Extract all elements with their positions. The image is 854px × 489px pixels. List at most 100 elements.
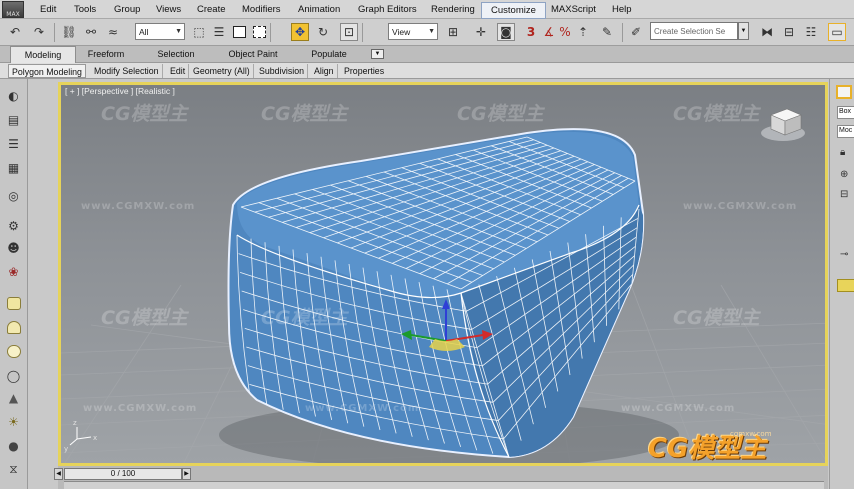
watermark-url: www.CGMXW.com: [305, 403, 420, 414]
align-icon[interactable]: ⊟: [780, 23, 798, 41]
menu-help[interactable]: Help: [612, 4, 632, 15]
perspective-viewport[interactable]: x z y [ + ] [Perspective ] [Realistic ] …: [58, 82, 828, 466]
reference-coordinate-dropdown[interactable]: View ▼: [388, 23, 438, 40]
select-and-move-icon[interactable]: ✥: [291, 23, 309, 41]
select-and-rotate-icon[interactable]: ↻: [314, 23, 332, 41]
cone-primitive-icon[interactable]: ▲: [5, 389, 22, 406]
selection-filter-dropdown[interactable]: All ▼: [135, 23, 185, 40]
panel-subdivision[interactable]: Subdivision: [256, 64, 308, 78]
rectangular-selection-icon[interactable]: [230, 23, 248, 41]
menu-create[interactable]: Create: [197, 4, 226, 15]
application-button[interactable]: MAX: [2, 1, 24, 18]
pin-icon[interactable]: ⊸: [840, 249, 848, 260]
pin-stack-icon[interactable]: ⊕: [840, 169, 848, 180]
tab-object-paint[interactable]: Object Paint: [222, 46, 284, 63]
watermark-logo: CG模型主: [261, 103, 348, 125]
scene-explorer-icon[interactable]: ☰: [5, 135, 22, 152]
panel-align[interactable]: Align: [311, 64, 338, 78]
ribbon-tabs: Modeling Freeform Selection Object Paint…: [0, 46, 854, 63]
keyboard-shortcut-override-icon[interactable]: ◙: [497, 23, 515, 41]
panel-properties[interactable]: Properties: [341, 64, 387, 78]
create-tab-icon[interactable]: [836, 85, 852, 99]
menu-maxscript[interactable]: MAXScript: [551, 4, 596, 15]
edit-named-selection-icon[interactable]: ✎: [598, 23, 616, 41]
menu-bar: MAX Edit Tools Group Views Create Modifi…: [0, 0, 854, 19]
watermark-url: www.CGMXW.com: [81, 201, 196, 212]
reactor-icon[interactable]: ⚙: [5, 217, 22, 234]
watermark-url: www.CGMXW.com: [621, 403, 736, 414]
redo-icon[interactable]: ↷: [30, 23, 48, 41]
menu-views[interactable]: Views: [156, 4, 181, 15]
chevron-left-icon[interactable]: ◀: [54, 468, 63, 480]
panel-modify-selection[interactable]: Modify Selection: [91, 64, 163, 78]
geosphere-primitive-icon[interactable]: ●: [5, 437, 22, 454]
container-icon[interactable]: ▤: [5, 111, 22, 128]
color-swatch[interactable]: [837, 279, 854, 292]
svg-text:y: y: [64, 445, 68, 453]
panel-polygon-modeling[interactable]: Polygon Modeling: [8, 64, 86, 78]
viewport-label[interactable]: [ + ] [Perspective ] [Realistic ]: [65, 86, 175, 96]
tab-selection[interactable]: Selection: [150, 46, 202, 63]
named-selection-pencil-icon[interactable]: ✐: [627, 23, 645, 41]
pivot-center-icon[interactable]: ⊞: [444, 23, 462, 41]
undo-icon[interactable]: ↶: [6, 23, 24, 41]
graphite-ribbon-toggle-icon[interactable]: ▭: [828, 23, 846, 41]
torus-primitive-icon[interactable]: ◯: [5, 367, 22, 384]
bind-to-space-warp-icon[interactable]: ≈: [104, 23, 122, 41]
named-selection-field[interactable]: Create Selection Se: [650, 22, 738, 40]
window-crossing-icon[interactable]: [250, 23, 268, 41]
lock-icon[interactable]: 🔒︎: [840, 147, 845, 158]
panel-edit[interactable]: Edit: [167, 64, 190, 78]
reference-coordinate-value: View: [392, 27, 411, 37]
menu-rendering[interactable]: Rendering: [431, 4, 475, 15]
watermark-logo: CG模型主: [101, 307, 188, 329]
select-and-scale-icon[interactable]: ⊡: [340, 23, 358, 41]
tab-modeling[interactable]: Modeling: [10, 46, 76, 63]
sphere-primitive-icon[interactable]: [7, 345, 21, 358]
svg-text:z: z: [73, 419, 77, 427]
chevron-right-icon[interactable]: ▶: [182, 468, 191, 480]
command-panel: Box Moc 🔒︎ ⊕ ⊟ ⊸: [829, 79, 854, 489]
object-type-field[interactable]: Box: [837, 106, 854, 119]
chevron-down-icon[interactable]: ▼: [738, 22, 749, 40]
viewcube[interactable]: [761, 108, 805, 141]
menu-edit[interactable]: Edit: [40, 4, 56, 15]
render-tools-icon[interactable]: ❀: [5, 263, 22, 280]
mirror-icon[interactable]: ⧓: [758, 23, 776, 41]
selection-filter-value: All: [139, 27, 149, 37]
percent-snap-icon[interactable]: %: [556, 23, 574, 41]
watermark-url: www.CGMXW.com: [83, 403, 198, 414]
layer-explorer-icon[interactable]: ▦: [5, 159, 22, 176]
select-by-name-icon[interactable]: ☰: [210, 23, 228, 41]
select-and-manipulate-icon[interactable]: ✛: [472, 23, 490, 41]
select-object-icon[interactable]: ⬚: [190, 23, 208, 41]
modifier-list-field[interactable]: Moc: [837, 125, 854, 138]
menu-group[interactable]: Group: [114, 4, 140, 15]
panel-geometry-all[interactable]: Geometry (All): [190, 64, 254, 78]
spinner-snap-icon[interactable]: ⇡: [574, 23, 592, 41]
menu-animation[interactable]: Animation: [298, 4, 340, 15]
ribbon-options-dropdown[interactable]: ▼: [371, 49, 384, 59]
show-end-result-icon[interactable]: ⊟: [840, 189, 848, 200]
light-icon[interactable]: ☀: [5, 413, 22, 430]
capsule-primitive-icon[interactable]: [7, 321, 21, 334]
isolate-selection-icon[interactable]: ◎: [5, 187, 22, 204]
time-slider[interactable]: 0 / 100: [64, 468, 182, 480]
chevron-down-icon: ▼: [428, 28, 435, 35]
helper-icon[interactable]: ⧖: [5, 461, 22, 478]
menu-tools[interactable]: Tools: [74, 4, 96, 15]
character-icon[interactable]: ☻: [5, 239, 22, 256]
menu-modifiers[interactable]: Modifiers: [242, 4, 281, 15]
select-and-link-icon[interactable]: ⛓: [60, 23, 78, 41]
layer-manager-icon[interactable]: ☷: [802, 23, 820, 41]
snaps-toggle-icon[interactable]: 3: [522, 23, 540, 41]
menu-customize[interactable]: Customize: [481, 2, 546, 19]
tab-freeform[interactable]: Freeform: [80, 46, 132, 63]
box-primitive-icon[interactable]: [7, 297, 21, 310]
unlink-icon[interactable]: ⚯: [82, 23, 100, 41]
menu-graph-editors[interactable]: Graph Editors: [358, 4, 417, 15]
track-bar[interactable]: [64, 481, 824, 489]
viewport-layout-icon[interactable]: ◐: [5, 87, 22, 104]
tab-populate[interactable]: Populate: [302, 46, 356, 63]
left-toolbar: ◐ ▤ ☰ ▦ ◎ ⚙ ☻ ❀ ◯ ▲ ☀ ● ⧖: [0, 79, 28, 489]
